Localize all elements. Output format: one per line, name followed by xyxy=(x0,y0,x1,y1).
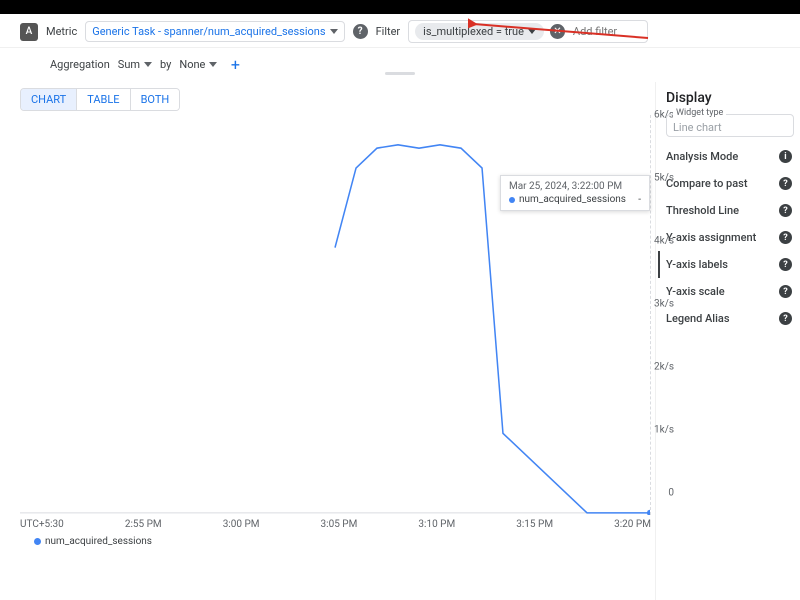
yaxis-assignment-row[interactable]: Y-axis assignment? xyxy=(666,224,800,251)
y-tick: 0 xyxy=(668,488,674,499)
help-icon[interactable]: ? xyxy=(779,177,792,190)
clear-filter-icon[interactable]: ✕ xyxy=(550,24,565,39)
yaxis-scale-row[interactable]: Y-axis scale? xyxy=(666,278,800,305)
yaxis-assign-label: Y-axis assignment xyxy=(666,231,756,244)
groupby-selector[interactable]: None xyxy=(179,58,217,71)
chart-zone: CHART TABLE BOTH Mar 25, 2024, 3:22:00 P… xyxy=(0,82,655,600)
tooltip-timestamp: Mar 25, 2024, 3:22:00 PM xyxy=(509,181,641,192)
add-filter-input[interactable] xyxy=(571,24,641,39)
help-icon[interactable]: ? xyxy=(779,231,792,244)
query-bar: A Metric Generic Task - spanner/num_acqu… xyxy=(0,14,800,48)
add-aggregation-button[interactable]: + xyxy=(225,54,245,74)
x-tick: 2:55 PM xyxy=(125,519,162,530)
info-icon: i xyxy=(779,150,792,163)
yaxis-labels-row[interactable]: Y-axis labels? xyxy=(658,251,800,278)
widget-type-label: Widget type xyxy=(673,108,726,118)
x-tick: 3:05 PM xyxy=(321,519,358,530)
groupby-text: None xyxy=(179,58,205,71)
help-icon[interactable]: ? xyxy=(779,258,792,271)
compare-label: Compare to past xyxy=(666,177,747,190)
help-icon[interactable]: ? xyxy=(779,204,792,217)
analysis-mode-label: Analysis Mode xyxy=(666,150,738,163)
legend-series-name: num_acquired_sessions xyxy=(45,536,152,547)
aggregation-bar: Aggregation Sum by None + xyxy=(0,48,800,82)
caret-down-icon xyxy=(144,62,152,67)
y-tick: 1k/s xyxy=(654,425,674,436)
tab-chart[interactable]: CHART xyxy=(21,89,76,110)
legend-dot-icon xyxy=(34,538,41,545)
display-panel: Display Widget type Line chart Analysis … xyxy=(655,82,800,600)
help-icon[interactable]: ? xyxy=(779,285,792,298)
aggregation-label: Aggregation xyxy=(50,58,110,71)
chart-legend[interactable]: num_acquired_sessions xyxy=(20,530,651,547)
filter-box: is_multiplexed = true ✕ xyxy=(408,20,648,43)
analysis-mode-row[interactable]: Analysis Mode i xyxy=(666,143,800,170)
tooltip-value: - xyxy=(638,194,641,205)
y-tick: 2k/s xyxy=(654,362,674,373)
y-tick: 5k/s xyxy=(654,173,674,184)
timezone-label: UTC+5:30 xyxy=(20,519,64,530)
help-icon[interactable]: ? xyxy=(779,312,792,325)
filter-label: Filter xyxy=(376,25,401,38)
aggregation-func-text: Sum xyxy=(118,58,140,71)
window-titlebar xyxy=(0,0,800,14)
tab-both[interactable]: BOTH xyxy=(130,89,180,110)
chart-area[interactable]: Mar 25, 2024, 3:22:00 PM num_acquired_se… xyxy=(20,115,651,515)
threshold-label: Threshold Line xyxy=(666,204,739,217)
series-dot-icon xyxy=(509,197,515,203)
by-label: by xyxy=(160,58,171,71)
x-tick: 3:10 PM xyxy=(418,519,455,530)
x-tick: 3:20 PM xyxy=(614,519,651,530)
aggregation-func-selector[interactable]: Sum xyxy=(118,58,152,71)
legend-alias-label: Legend Alias xyxy=(666,312,730,325)
threshold-line-row[interactable]: Threshold Line? xyxy=(666,197,800,224)
metric-help-icon[interactable]: ? xyxy=(353,24,368,39)
tab-table[interactable]: TABLE xyxy=(76,89,129,110)
tooltip-series-name: num_acquired_sessions xyxy=(519,194,626,205)
y-tick: 3k/s xyxy=(654,299,674,310)
caret-down-icon xyxy=(330,29,338,34)
metric-label: Metric xyxy=(46,25,77,38)
yaxis-scale-label: Y-axis scale xyxy=(666,285,725,298)
view-tabs: CHART TABLE BOTH xyxy=(20,88,180,111)
metric-selector-text: Generic Task - spanner/num_acquired_sess… xyxy=(92,25,325,38)
widget-type-value: Line chart xyxy=(673,121,722,134)
caret-down-icon xyxy=(528,29,536,34)
filter-chip-is-multiplexed[interactable]: is_multiplexed = true xyxy=(415,23,544,40)
display-panel-title: Display xyxy=(666,90,800,106)
x-tick: 3:15 PM xyxy=(516,519,553,530)
query-letter-chip[interactable]: A xyxy=(20,23,38,41)
legend-alias-row[interactable]: Legend Alias? xyxy=(666,305,800,332)
compare-to-past-row[interactable]: Compare to past? xyxy=(666,170,800,197)
filter-chip-text: is_multiplexed = true xyxy=(423,25,524,38)
yaxis-labels-label: Y-axis labels xyxy=(666,258,728,271)
widget-type-field[interactable]: Widget type Line chart xyxy=(666,114,794,137)
caret-down-icon xyxy=(209,62,217,67)
metric-selector[interactable]: Generic Task - spanner/num_acquired_sess… xyxy=(85,21,344,42)
y-tick: 4k/s xyxy=(654,236,674,247)
pane-resize-handle[interactable] xyxy=(385,72,415,75)
x-tick: 3:00 PM xyxy=(223,519,260,530)
chart-tooltip: Mar 25, 2024, 3:22:00 PM num_acquired_se… xyxy=(500,175,650,211)
